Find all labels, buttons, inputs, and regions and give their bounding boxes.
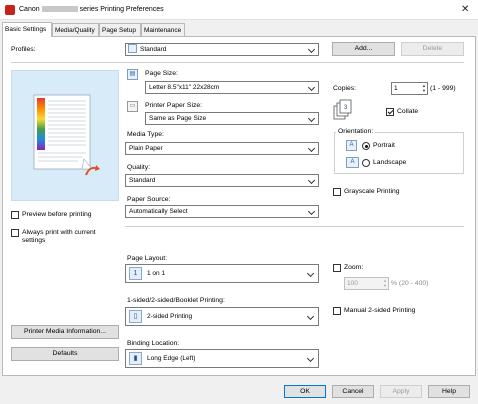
chevron-down-icon <box>306 269 315 278</box>
paper-source-select[interactable]: Automatically Select <box>125 205 319 218</box>
chevron-down-icon <box>306 312 315 321</box>
printer-icon: ▭ <box>127 101 138 112</box>
manual-2-sided-label: Manual 2-sided Printing <box>344 307 416 314</box>
window-title: Canon series Printing Preferences <box>19 6 164 13</box>
landscape-radio[interactable] <box>362 159 370 167</box>
chevron-down-icon <box>306 354 315 363</box>
help-button[interactable]: Help <box>428 385 470 398</box>
add-profile-button[interactable]: Add... <box>332 42 395 56</box>
divider <box>11 62 464 63</box>
copies-spinner[interactable]: 1 ▲ ▼ <box>391 82 428 95</box>
portrait-radio[interactable] <box>362 142 370 150</box>
profiles-select[interactable]: Standard <box>125 43 319 56</box>
portrait-icon: A <box>346 140 357 151</box>
always-print-label-line2: settings <box>22 237 46 244</box>
tab-media-quality[interactable]: Media/Quality <box>52 23 99 37</box>
printer-paper-size-label: Printer Paper Size: <box>145 102 203 109</box>
duplex-select[interactable]: ▯ 2-sided Printing <box>125 307 319 326</box>
chevron-down-icon <box>307 83 316 92</box>
printer-paper-size-select[interactable]: Same as Page Size <box>145 112 319 125</box>
preview-before-printing-checkbox[interactable] <box>11 211 19 219</box>
binding-location-value: Long Edge (Left) <box>147 355 196 362</box>
chevron-down-icon <box>307 144 316 153</box>
preview-before-printing-label: Preview before printing <box>22 211 92 218</box>
page-layout-label: Page Layout: <box>127 255 168 262</box>
spin-down-icon[interactable]: ▼ <box>382 283 388 288</box>
apply-button[interactable]: Apply <box>380 385 422 398</box>
duplex-icon: ▯ <box>129 310 142 323</box>
chevron-down-icon <box>307 207 316 216</box>
copies-value: 1 <box>394 85 398 92</box>
collate-icon: 3 <box>333 99 352 120</box>
page-size-icon: ▤ <box>127 69 138 80</box>
quality-select[interactable]: Standard <box>125 174 319 187</box>
preview-page-illustration <box>33 94 100 176</box>
always-print-checkbox[interactable] <box>11 229 19 237</box>
tab-maintenance[interactable]: Maintenance <box>141 23 185 37</box>
profiles-label: Profiles: <box>11 46 36 53</box>
cancel-button[interactable]: Cancel <box>332 385 374 398</box>
profiles-value: Standard <box>140 46 167 53</box>
portrait-label: Portrait <box>373 142 395 149</box>
copies-label: Copies: <box>333 85 357 92</box>
profile-icon <box>128 44 137 53</box>
binding-location-label: Binding Location: <box>127 340 180 347</box>
close-icon[interactable]: ✕ <box>461 4 469 15</box>
defaults-button[interactable]: Defaults <box>11 347 119 361</box>
printer-paper-size-value: Same as Page Size <box>149 115 207 122</box>
media-type-select[interactable]: Plain Paper <box>125 142 319 155</box>
landscape-label: Landscape <box>373 159 407 166</box>
collate-label: Collate <box>397 108 419 115</box>
spin-down-icon[interactable]: ▼ <box>421 88 427 93</box>
binding-location-select[interactable]: ▮ Long Edge (Left) <box>125 349 319 368</box>
tab-basic-settings[interactable]: Basic Settings <box>2 22 52 37</box>
chevron-down-icon <box>307 176 316 185</box>
page-size-select[interactable]: Letter 8.5"x11" 22x28cm <box>145 81 319 94</box>
quality-label: Quality: <box>127 164 151 171</box>
print-preview <box>11 70 119 201</box>
grayscale-printing-checkbox[interactable] <box>333 188 341 196</box>
zoom-checkbox[interactable] <box>333 264 341 272</box>
grayscale-printing-label: Grayscale Printing <box>344 188 400 195</box>
ok-button[interactable]: OK <box>284 385 326 398</box>
page-size-label: Page Size: <box>145 70 178 77</box>
zoom-spinner[interactable]: 100 ▲ ▼ <box>344 277 389 290</box>
chevron-down-icon <box>307 114 316 123</box>
orientation-label: Orientation: <box>336 128 376 135</box>
collate-checkbox[interactable] <box>386 108 394 116</box>
page-size-value: Letter 8.5"x11" 22x28cm <box>149 84 220 91</box>
zoom-value: 100 <box>347 280 358 287</box>
page-layout-value: 1 on 1 <box>147 270 166 277</box>
delete-profile-button[interactable]: Delete <box>401 42 464 56</box>
printer-app-icon <box>5 5 15 15</box>
zoom-range: % (20 - 400) <box>391 280 429 287</box>
always-print-label-line1: Always print with current <box>22 229 96 236</box>
redacted-model <box>41 6 78 12</box>
divider <box>125 226 464 227</box>
duplex-label: 1-sided/2-sided/Booklet Printing: <box>127 297 225 304</box>
page-layout-select[interactable]: 1 1 on 1 <box>125 264 319 283</box>
tab-page-setup[interactable]: Page Setup <box>99 23 141 37</box>
printer-media-information-button[interactable]: Printer Media Information... <box>11 325 119 339</box>
media-type-value: Plain Paper <box>129 145 163 152</box>
duplex-value: 2-sided Printing <box>147 313 193 320</box>
binding-icon: ▮ <box>129 352 142 365</box>
media-type-label: Media Type: <box>127 131 164 138</box>
paper-source-value: Automatically Select <box>129 208 188 215</box>
paper-source-label: Paper Source: <box>127 196 171 203</box>
quality-value: Standard <box>129 177 156 184</box>
zoom-label: Zoom: <box>344 264 364 271</box>
title-bar: Canon series Printing Preferences ✕ <box>0 0 478 20</box>
page-layout-icon: 1 <box>129 267 142 280</box>
manual-2-sided-checkbox[interactable] <box>333 307 341 315</box>
landscape-icon: A <box>346 157 359 168</box>
copies-range: (1 - 999) <box>430 85 456 92</box>
chevron-down-icon <box>307 45 316 54</box>
